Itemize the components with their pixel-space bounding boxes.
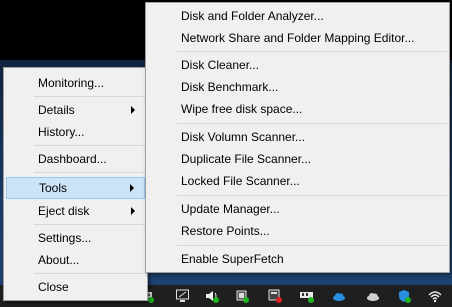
menu-separator <box>177 245 447 246</box>
menu-item-tools[interactable]: Tools <box>6 177 145 199</box>
menu-item-label: Disk and Folder Analyzer... <box>181 9 324 23</box>
submenu-item-duplicate-file-scanner[interactable]: Duplicate File Scanner... <box>148 148 447 170</box>
cloud-grey-icon[interactable] <box>366 289 380 303</box>
menu-separator <box>34 224 145 225</box>
monitor-check-icon[interactable] <box>176 289 190 303</box>
speaker-check-icon[interactable] <box>205 289 219 303</box>
submenu-item-disk-volume-scanner[interactable]: Disk Volumn Scanner... <box>148 126 447 148</box>
submenu-item-network-share-editor[interactable]: Network Share and Folder Mapping Editor.… <box>148 27 447 49</box>
submenu-item-disk-cleaner[interactable]: Disk Cleaner... <box>148 54 447 76</box>
submenu-item-update-manager[interactable]: Update Manager... <box>148 198 447 220</box>
submenu-item-enable-superfetch[interactable]: Enable SuperFetch <box>148 248 447 270</box>
menu-item-label: Dashboard... <box>38 152 107 166</box>
menu-item-label: Disk Volumn Scanner... <box>181 130 306 144</box>
menu-separator <box>177 123 447 124</box>
tray-context-menu: Monitoring... Details History... Dashboa… <box>3 67 148 301</box>
submenu-item-disk-benchmark[interactable]: Disk Benchmark... <box>148 76 447 98</box>
menu-item-label: Restore Points... <box>181 224 270 238</box>
menu-item-history[interactable]: History... <box>6 121 145 143</box>
submenu-arrow-icon <box>130 184 134 192</box>
wifi-icon[interactable] <box>428 289 442 303</box>
tools-submenu: Disk and Folder Analyzer... Network Shar… <box>145 2 450 273</box>
menu-item-details[interactable]: Details <box>6 99 145 121</box>
submenu-item-wipe-free-space[interactable]: Wipe free disk space... <box>148 98 447 120</box>
submenu-arrow-icon <box>131 106 135 114</box>
menu-item-label: Close <box>38 280 69 294</box>
menu-separator <box>177 195 447 196</box>
cloud-icon[interactable] <box>332 289 346 303</box>
menu-item-label: About... <box>38 253 80 267</box>
shield-icon[interactable] <box>397 289 411 303</box>
menu-item-label: Duplicate File Scanner... <box>181 152 312 166</box>
menu-item-settings[interactable]: Settings... <box>6 227 145 249</box>
menu-item-label: Network Share and Folder Mapping Editor.… <box>181 31 415 45</box>
menu-item-about[interactable]: About... <box>6 249 145 271</box>
menu-item-eject-disk[interactable]: Eject disk <box>6 200 145 222</box>
menu-item-label: History... <box>38 125 85 139</box>
menu-item-label: Locked File Scanner... <box>181 174 300 188</box>
menu-item-label: Details <box>38 103 75 117</box>
menu-item-label: Wipe free disk space... <box>181 102 303 116</box>
submenu-item-disk-folder-analyzer[interactable]: Disk and Folder Analyzer... <box>148 5 447 27</box>
submenu-item-locked-file-scanner[interactable]: Locked File Scanner... <box>148 170 447 192</box>
submenu-item-restore-points[interactable]: Restore Points... <box>148 220 447 242</box>
menu-item-label: Update Manager... <box>181 202 280 216</box>
menu-item-label: Tools <box>39 181 68 195</box>
menu-item-label: Monitoring... <box>38 76 105 90</box>
menu-item-label: Settings... <box>38 231 92 245</box>
menu-separator <box>34 273 145 274</box>
menu-item-close[interactable]: Close <box>6 276 145 298</box>
menu-item-label: Enable SuperFetch <box>181 252 284 266</box>
ram-check-icon[interactable] <box>300 289 314 303</box>
menu-item-label: Disk Cleaner... <box>181 58 260 72</box>
menu-item-monitoring[interactable]: Monitoring... <box>6 72 145 94</box>
card-error-icon[interactable] <box>268 289 282 303</box>
menu-item-label: Disk Benchmark... <box>181 80 279 94</box>
chip-check-icon[interactable] <box>235 289 249 303</box>
menu-separator <box>34 172 145 173</box>
menu-separator <box>34 96 145 97</box>
menu-separator <box>177 51 447 52</box>
menu-item-label: Eject disk <box>38 204 90 218</box>
menu-item-dashboard[interactable]: Dashboard... <box>6 148 145 170</box>
submenu-arrow-icon <box>131 207 135 215</box>
menu-separator <box>34 145 145 146</box>
